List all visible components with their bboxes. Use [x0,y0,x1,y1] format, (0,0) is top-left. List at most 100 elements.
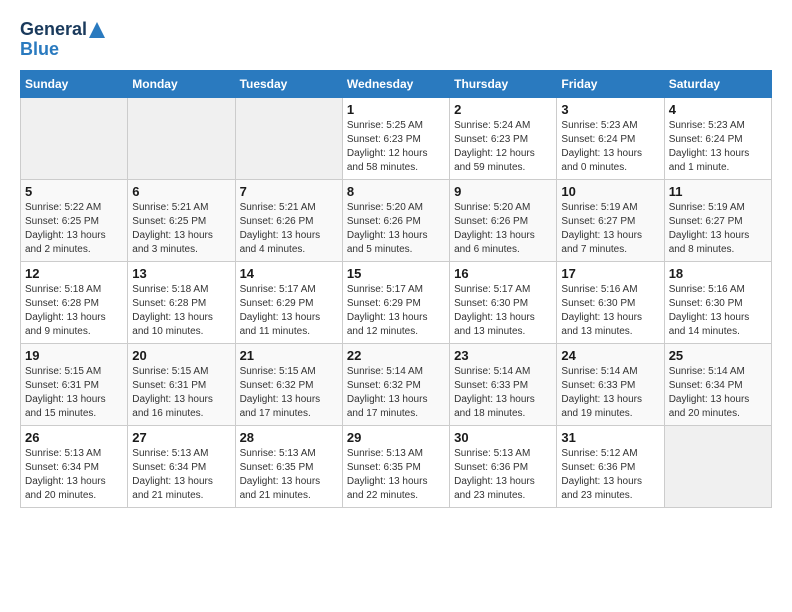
day-number: 7 [240,184,338,199]
page-header: General Blue [20,20,772,60]
logo-general: General [20,20,87,40]
day-info: Sunrise: 5:24 AM Sunset: 6:23 PM Dayligh… [454,119,552,175]
calendar-day-header: Thursday [450,70,557,97]
calendar-cell: 26 Sunrise: 5:13 AM Sunset: 6:34 PM Dayli… [21,425,128,507]
day-number: 23 [454,348,552,363]
day-info: Sunrise: 5:17 AM Sunset: 6:29 PM Dayligh… [240,283,338,339]
day-number: 24 [561,348,659,363]
logo-blue: Blue [20,40,59,60]
day-info: Sunrise: 5:15 AM Sunset: 6:32 PM Dayligh… [240,365,338,421]
day-number: 27 [132,430,230,445]
calendar-cell: 5 Sunrise: 5:22 AM Sunset: 6:25 PM Daylig… [21,179,128,261]
day-info: Sunrise: 5:20 AM Sunset: 6:26 PM Dayligh… [347,201,445,257]
day-info: Sunrise: 5:15 AM Sunset: 6:31 PM Dayligh… [25,365,123,421]
calendar-week-row: 5 Sunrise: 5:22 AM Sunset: 6:25 PM Daylig… [21,179,772,261]
calendar-cell: 16Sunrise: 5:17 AM Sunset: 6:30 PM Dayli… [450,261,557,343]
calendar-cell: 13 Sunrise: 5:18 AM Sunset: 6:28 PM Dayli… [128,261,235,343]
calendar-cell: 14 Sunrise: 5:17 AM Sunset: 6:29 PM Dayli… [235,261,342,343]
day-number: 15 [347,266,445,281]
calendar-cell: 23Sunrise: 5:14 AM Sunset: 6:33 PM Dayli… [450,343,557,425]
day-info: Sunrise: 5:18 AM Sunset: 6:28 PM Dayligh… [25,283,123,339]
calendar-cell: 29 Sunrise: 5:13 AM Sunset: 6:35 PM Dayli… [342,425,449,507]
calendar-cell: 7 Sunrise: 5:21 AM Sunset: 6:26 PM Daylig… [235,179,342,261]
day-number: 29 [347,430,445,445]
calendar-cell: 9 Sunrise: 5:20 AM Sunset: 6:26 PM Daylig… [450,179,557,261]
calendar-cell: 24 Sunrise: 5:14 AM Sunset: 6:33 PM Dayli… [557,343,664,425]
day-info: Sunrise: 5:14 AM Sunset: 6:33 PM Dayligh… [561,365,659,421]
day-info: Sunrise: 5:12 AM Sunset: 6:36 PM Dayligh… [561,447,659,503]
day-info: Sunrise: 5:19 AM Sunset: 6:27 PM Dayligh… [561,201,659,257]
calendar-cell: 17 Sunrise: 5:16 AM Sunset: 6:30 PM Dayli… [557,261,664,343]
calendar-cell: 4Sunrise: 5:23 AM Sunset: 6:24 PM Daylig… [664,97,771,179]
day-number: 5 [25,184,123,199]
day-info: Sunrise: 5:13 AM Sunset: 6:35 PM Dayligh… [347,447,445,503]
calendar-cell: 22 Sunrise: 5:14 AM Sunset: 6:32 PM Dayli… [342,343,449,425]
calendar-day-header: Friday [557,70,664,97]
day-number: 22 [347,348,445,363]
calendar-cell: 8Sunrise: 5:20 AM Sunset: 6:26 PM Daylig… [342,179,449,261]
calendar-header-row: SundayMondayTuesdayWednesdayThursdayFrid… [21,70,772,97]
calendar-day-header: Tuesday [235,70,342,97]
day-number: 18 [669,266,767,281]
calendar-cell: 2 Sunrise: 5:24 AM Sunset: 6:23 PM Daylig… [450,97,557,179]
calendar-cell: 12Sunrise: 5:18 AM Sunset: 6:28 PM Dayli… [21,261,128,343]
day-info: Sunrise: 5:13 AM Sunset: 6:36 PM Dayligh… [454,447,552,503]
day-info: Sunrise: 5:22 AM Sunset: 6:25 PM Dayligh… [25,201,123,257]
day-info: Sunrise: 5:18 AM Sunset: 6:28 PM Dayligh… [132,283,230,339]
calendar-table: SundayMondayTuesdayWednesdayThursdayFrid… [20,70,772,508]
calendar-cell: 6 Sunrise: 5:21 AM Sunset: 6:25 PM Daylig… [128,179,235,261]
day-info: Sunrise: 5:23 AM Sunset: 6:24 PM Dayligh… [561,119,659,175]
calendar-day-header: Saturday [664,70,771,97]
day-info: Sunrise: 5:20 AM Sunset: 6:26 PM Dayligh… [454,201,552,257]
calendar-cell: 21 Sunrise: 5:15 AM Sunset: 6:32 PM Dayli… [235,343,342,425]
day-info: Sunrise: 5:25 AM Sunset: 6:23 PM Dayligh… [347,119,445,175]
calendar-cell: 19 Sunrise: 5:15 AM Sunset: 6:31 PM Dayli… [21,343,128,425]
day-number: 9 [454,184,552,199]
calendar-day-header: Sunday [21,70,128,97]
day-number: 13 [132,266,230,281]
calendar-cell: 25 Sunrise: 5:14 AM Sunset: 6:34 PM Dayli… [664,343,771,425]
day-number: 1 [347,102,445,117]
day-number: 21 [240,348,338,363]
day-info: Sunrise: 5:19 AM Sunset: 6:27 PM Dayligh… [669,201,767,257]
calendar-cell: 18 Sunrise: 5:16 AM Sunset: 6:30 PM Dayli… [664,261,771,343]
day-number: 26 [25,430,123,445]
calendar-cell: 27Sunrise: 5:13 AM Sunset: 6:34 PM Dayli… [128,425,235,507]
day-number: 4 [669,102,767,117]
calendar-cell: 20Sunrise: 5:15 AM Sunset: 6:31 PM Dayli… [128,343,235,425]
day-info: Sunrise: 5:17 AM Sunset: 6:29 PM Dayligh… [347,283,445,339]
day-number: 19 [25,348,123,363]
calendar-cell: 10Sunrise: 5:19 AM Sunset: 6:27 PM Dayli… [557,179,664,261]
logo-icon [89,22,105,38]
calendar-cell: 15 Sunrise: 5:17 AM Sunset: 6:29 PM Dayli… [342,261,449,343]
day-number: 14 [240,266,338,281]
day-number: 6 [132,184,230,199]
day-info: Sunrise: 5:16 AM Sunset: 6:30 PM Dayligh… [669,283,767,339]
calendar-cell: 3 Sunrise: 5:23 AM Sunset: 6:24 PM Daylig… [557,97,664,179]
day-info: Sunrise: 5:21 AM Sunset: 6:26 PM Dayligh… [240,201,338,257]
day-number: 30 [454,430,552,445]
day-info: Sunrise: 5:13 AM Sunset: 6:35 PM Dayligh… [240,447,338,503]
day-info: Sunrise: 5:13 AM Sunset: 6:34 PM Dayligh… [25,447,123,503]
calendar-week-row: 19 Sunrise: 5:15 AM Sunset: 6:31 PM Dayli… [21,343,772,425]
calendar-day-header: Wednesday [342,70,449,97]
calendar-cell: 1 Sunrise: 5:25 AM Sunset: 6:23 PM Daylig… [342,97,449,179]
day-number: 2 [454,102,552,117]
day-number: 25 [669,348,767,363]
day-info: Sunrise: 5:14 AM Sunset: 6:34 PM Dayligh… [669,365,767,421]
calendar-cell [664,425,771,507]
calendar-week-row: 26 Sunrise: 5:13 AM Sunset: 6:34 PM Dayli… [21,425,772,507]
calendar-cell [235,97,342,179]
calendar-cell: 28 Sunrise: 5:13 AM Sunset: 6:35 PM Dayli… [235,425,342,507]
day-info: Sunrise: 5:14 AM Sunset: 6:32 PM Dayligh… [347,365,445,421]
day-number: 28 [240,430,338,445]
day-number: 20 [132,348,230,363]
day-info: Sunrise: 5:16 AM Sunset: 6:30 PM Dayligh… [561,283,659,339]
calendar-cell [128,97,235,179]
day-number: 11 [669,184,767,199]
day-number: 3 [561,102,659,117]
calendar-cell [21,97,128,179]
day-info: Sunrise: 5:21 AM Sunset: 6:25 PM Dayligh… [132,201,230,257]
day-number: 17 [561,266,659,281]
day-number: 16 [454,266,552,281]
